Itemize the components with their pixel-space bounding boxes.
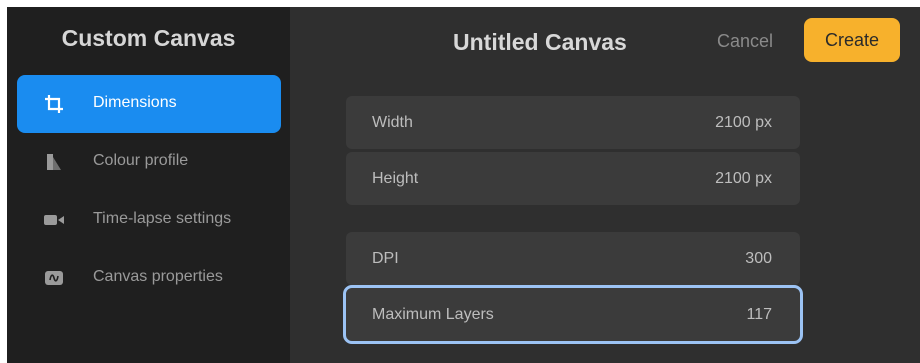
sidebar-item-label: Canvas properties xyxy=(93,268,223,285)
dpi-field[interactable]: DPI 300 xyxy=(346,232,800,285)
page-title: Untitled Canvas xyxy=(453,29,627,55)
sidebar-title: Custom Canvas xyxy=(61,25,236,51)
custom-canvas-dialog: Custom Canvas Dimensions Colour profile xyxy=(0,0,920,363)
maximum-layers-field[interactable]: Maximum Layers 117 xyxy=(343,285,803,344)
field-label: Height xyxy=(372,170,419,187)
height-field[interactable]: Height 2100 px xyxy=(346,152,800,205)
field-value: 2100 px xyxy=(715,170,772,187)
video-camera-icon xyxy=(43,209,65,231)
cancel-button[interactable]: Cancel xyxy=(717,31,773,52)
sidebar-item-time-lapse-settings[interactable]: Time-lapse settings xyxy=(17,191,281,249)
sidebar-item-label: Dimensions xyxy=(93,94,177,111)
sidebar-item-label: Colour profile xyxy=(93,152,189,169)
field-value: 117 xyxy=(746,306,772,323)
sidebar-item-dimensions[interactable]: Dimensions xyxy=(17,75,281,133)
field-value: 2100 px xyxy=(715,114,772,131)
sidebar-item-label: Time-lapse settings xyxy=(93,210,232,227)
crop-icon xyxy=(43,93,65,115)
canvas-properties-icon xyxy=(43,267,65,289)
create-button[interactable]: Create xyxy=(804,18,900,62)
field-label: DPI xyxy=(372,250,399,267)
field-value: 300 xyxy=(745,250,772,267)
sidebar: Custom Canvas Dimensions Colour profile xyxy=(7,7,290,363)
field-label: Width xyxy=(372,114,413,131)
field-label: Maximum Layers xyxy=(372,306,494,323)
main-panel: Untitled Canvas Cancel Create Width 2100… xyxy=(290,7,920,363)
sidebar-item-canvas-properties[interactable]: Canvas properties xyxy=(17,249,281,307)
colour-profile-icon xyxy=(43,151,65,173)
sidebar-item-colour-profile[interactable]: Colour profile xyxy=(17,133,281,191)
width-field[interactable]: Width 2100 px xyxy=(346,96,800,149)
